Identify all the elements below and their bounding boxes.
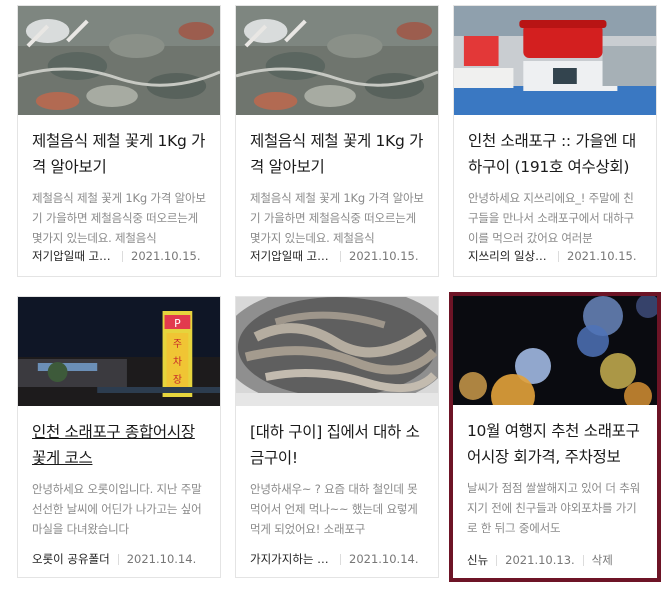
post-author[interactable]: 오롯이 공유폴더 bbox=[32, 551, 110, 567]
meta-divider bbox=[496, 554, 498, 566]
post-title[interactable]: 제철음식 제철 꽃게 1Kg 가격 알아보기 bbox=[32, 128, 208, 180]
post-card-selected[interactable]: 10월 여행지 추천 소래포구 어시장 회가격, 주차정보 날씨가 점점 쌀쌀해… bbox=[449, 292, 661, 582]
post-meta: 오롯이 공유폴더 2021.10.14. bbox=[32, 551, 214, 567]
post-thumbnail-market-scale[interactable] bbox=[454, 6, 656, 115]
post-title[interactable]: 10월 여행지 추천 소래포구 어시장 회가격, 주차정보 bbox=[467, 418, 645, 470]
post-excerpt: 제철음식 제철 꽃게 1Kg 가격 알아보기 가을하면 제철음식중 떠오르는게 … bbox=[250, 191, 424, 245]
post-title[interactable]: 인천 소래포구 :: 가을엔 대하구이 (191호 여수상회) bbox=[468, 128, 644, 180]
post-excerpt: 안녕하세요 지쓰리에요_! 주말에 친구들을 만나서 소래포구에서 대하구이를 … bbox=[468, 191, 635, 245]
meta-divider bbox=[340, 553, 341, 565]
post-card[interactable]: 제철음식 제철 꽃게 1Kg 가격 알아보기 제철음식 제철 꽃게 1Kg 가격… bbox=[17, 5, 221, 277]
post-author[interactable]: 저기압일때 고기앞으로 bbox=[32, 248, 114, 264]
svg-text:장: 장 bbox=[173, 374, 182, 386]
post-card[interactable]: 인천 소래포구 :: 가을엔 대하구이 (191호 여수상회) 안녕하세요 지쓰… bbox=[453, 5, 657, 277]
post-title[interactable]: 제철음식 제철 꽃게 1Kg 가격 알아보기 bbox=[250, 128, 426, 180]
delete-link[interactable]: 삭제 bbox=[592, 552, 613, 568]
meta-divider bbox=[558, 250, 559, 262]
post-date: 2021.10.15. bbox=[349, 249, 419, 263]
post-date: 2021.10.15. bbox=[567, 249, 637, 263]
post-meta: 저기압일때 고기앞으로 2021.10.15. bbox=[32, 248, 214, 264]
post-title[interactable]: [대하 구이] 집에서 대하 소금구이! bbox=[250, 419, 426, 471]
post-date: 2021.10.15. bbox=[131, 249, 201, 263]
meta-divider bbox=[582, 554, 584, 566]
post-thumbnail-bokeh[interactable] bbox=[453, 296, 657, 405]
post-meta: 저기압일때 고기앞으로 2021.10.15. bbox=[250, 248, 432, 264]
meta-divider bbox=[117, 553, 119, 565]
post-excerpt: 날씨가 점점 쌀쌀해지고 있어 더 추워지기 전에 친구들과 야외포차를 가기로… bbox=[467, 481, 640, 535]
post-author[interactable]: 신뉴 bbox=[467, 552, 488, 568]
svg-text:차: 차 bbox=[173, 356, 182, 368]
post-card[interactable]: [대하 구이] 집에서 대하 소금구이! 안녕하새우~ ? 요즘 대하 철인데 … bbox=[235, 296, 439, 578]
post-excerpt: 제철음식 제철 꽃게 1Kg 가격 알아보기 가을하면 제철음식중 떠오르는게 … bbox=[32, 191, 206, 245]
post-card[interactable]: 제철음식 제철 꽃게 1Kg 가격 알아보기 제철음식 제철 꽃게 1Kg 가격… bbox=[235, 5, 439, 277]
post-thumbnail-parking-sign[interactable]: P 주 차 장 bbox=[18, 297, 220, 406]
related-posts-grid: 제철음식 제철 꽃게 1Kg 가격 알아보기 제철음식 제철 꽃게 1Kg 가격… bbox=[17, 5, 661, 582]
post-author[interactable]: 지쓰리의 일상기록 bbox=[468, 248, 550, 264]
post-meta: 지쓰리의 일상기록 2021.10.15. bbox=[468, 248, 650, 264]
post-meta: 가지가지하는 가지 2021.10.14. bbox=[250, 551, 432, 567]
post-excerpt: 안녕하세요 오롯이입니다. 지난 주말 선선한 날씨에 어딘가 나가고는 싶어 … bbox=[32, 482, 202, 536]
post-date: 2021.10.14. bbox=[126, 552, 197, 566]
post-date: 2021.10.14. bbox=[349, 552, 419, 566]
svg-text:P: P bbox=[174, 317, 181, 330]
post-date: 2021.10.13. bbox=[505, 553, 575, 567]
post-author[interactable]: 저기압일때 고기앞으로 bbox=[250, 248, 332, 264]
post-author[interactable]: 가지가지하는 가지 bbox=[250, 551, 332, 567]
post-title[interactable]: 인천 소래포구 종합어시장 꽃게 코스 bbox=[32, 419, 208, 471]
meta-divider bbox=[122, 250, 123, 262]
post-excerpt: 안녕하새우~ ? 요즘 대하 철인데 못 먹어서 언제 먹나~~ 했는데 요렇게… bbox=[250, 482, 418, 536]
post-thumbnail-shrimp[interactable] bbox=[236, 297, 438, 406]
meta-divider bbox=[340, 250, 341, 262]
svg-text:주: 주 bbox=[173, 339, 182, 350]
post-thumbnail-crabs[interactable] bbox=[236, 6, 438, 115]
post-meta: 신뉴 2021.10.13. 삭제 bbox=[467, 552, 651, 568]
post-thumbnail-crabs[interactable] bbox=[18, 6, 220, 115]
post-card[interactable]: P 주 차 장 인천 소래포구 종합어시장 꽃게 코스 안녕하세요 오롯이입니다… bbox=[17, 296, 221, 578]
